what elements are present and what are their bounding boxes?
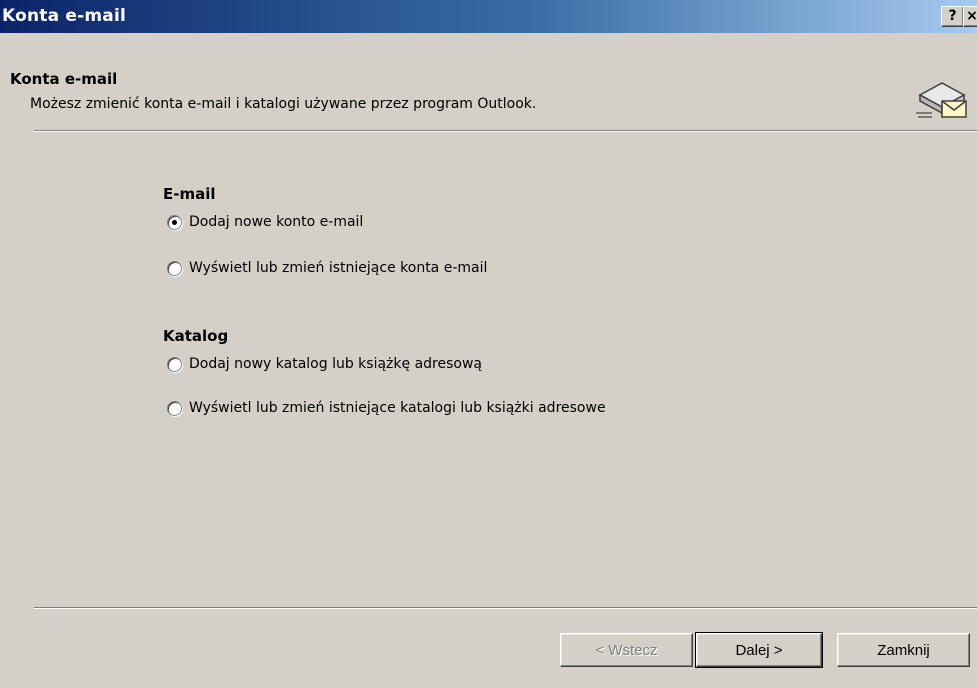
back-button[interactable]: < Wstecz [560, 633, 693, 667]
help-button[interactable]: ? [941, 6, 964, 27]
close-window-button[interactable]: × [963, 6, 977, 27]
radio-label: Dodaj nowy katalog lub książkę adresową [189, 356, 482, 372]
footer-separator [34, 607, 977, 609]
radio-add-directory[interactable]: Dodaj nowy katalog lub książkę adresową [167, 354, 482, 374]
title-bar[interactable]: Konta e-mail ? × [0, 0, 977, 33]
radio-button-selected[interactable] [167, 214, 182, 230]
radio-view-directories[interactable]: Wyświetl lub zmień istniejące katalogi l… [167, 398, 606, 418]
header-title: Konta e-mail [10, 70, 118, 88]
close-button[interactable]: Zamknij [837, 633, 970, 667]
wizard-header [0, 33, 977, 130]
radio-button[interactable] [167, 260, 182, 276]
radio-label: Wyświetl lub zmień istniejące konta e-ma… [189, 260, 488, 276]
radio-view-email-accounts[interactable]: Wyświetl lub zmień istniejące konta e-ma… [167, 258, 487, 278]
next-button[interactable]: Dalej > [695, 632, 823, 668]
radio-button[interactable] [167, 400, 182, 416]
header-separator [34, 130, 977, 132]
radio-add-email-account[interactable]: Dodaj nowe konto e-mail [167, 212, 363, 232]
radio-label: Dodaj nowe konto e-mail [189, 214, 364, 230]
window-title: Konta e-mail [2, 6, 126, 26]
email-group-title: E-mail [163, 185, 216, 203]
header-description: Możesz zmienić konta e-mail i katalogi u… [30, 96, 537, 112]
radio-label: Wyświetl lub zmień istniejące katalogi l… [189, 400, 606, 416]
radio-button[interactable] [167, 356, 182, 372]
directory-group-title: Katalog [163, 327, 229, 345]
mail-accounts-icon [916, 82, 967, 118]
